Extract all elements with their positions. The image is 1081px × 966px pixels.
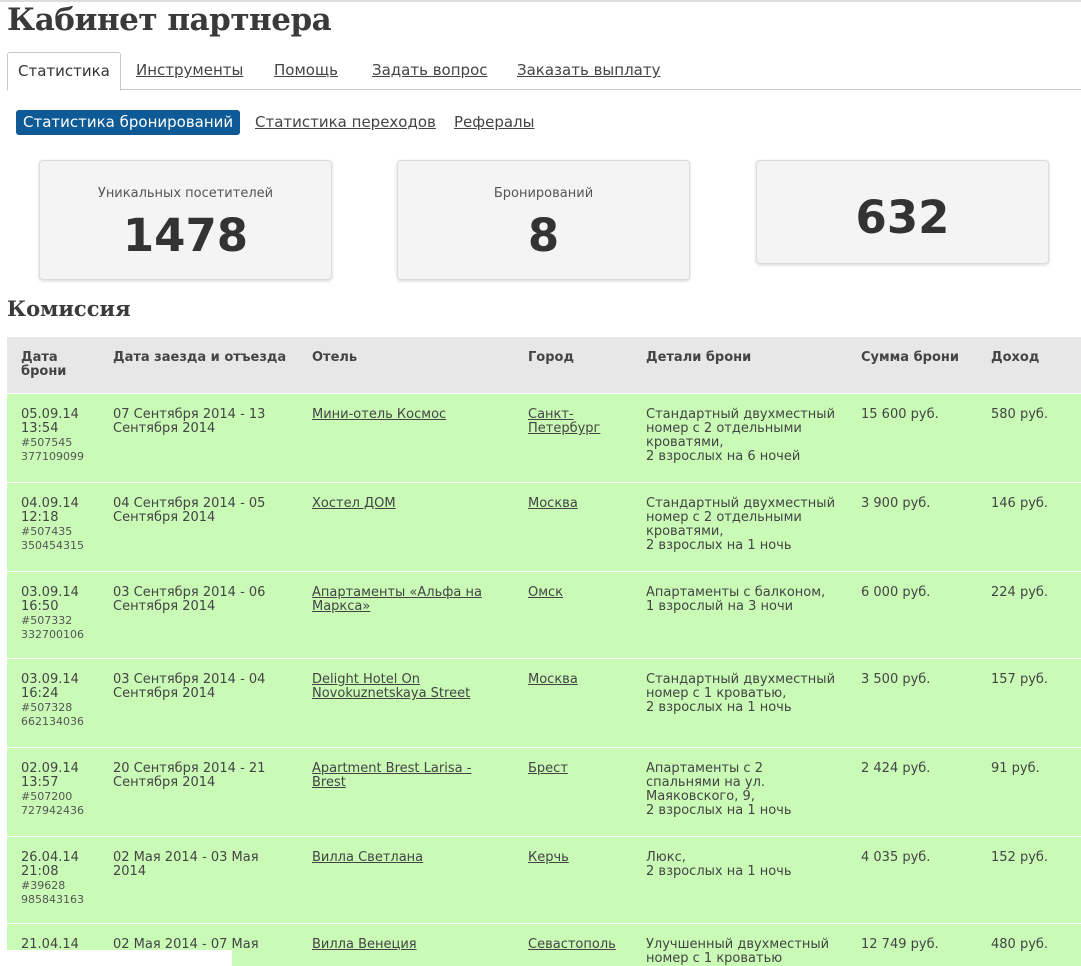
hotel-link[interactable]: Вилла Светлана [312, 850, 423, 865]
stat-label: Бронирований [493, 186, 594, 201]
city-link[interactable]: Москва [528, 496, 578, 511]
table-row: 02.09.14 13:57 #507200 727942436 20 Сентя… [7, 747, 1081, 837]
city-link[interactable]: Москва [528, 672, 578, 687]
section-title-commission: Комиссия [7, 296, 131, 321]
tab-tools[interactable]: Инструменты [136, 52, 243, 89]
commission-table-wrapper: Дата брони Дата заезда и отъезда Отель Г… [7, 337, 1081, 966]
stay-dates: 02 Мая 2014 - 03 Мая 2014 [99, 836, 298, 924]
col-header-income: Доход [977, 337, 1081, 394]
booking-sum: 3 900 руб. [847, 482, 977, 572]
booking-date: 03.09.14 16:50 [21, 585, 79, 614]
booking-details-room: Люкс, [646, 850, 686, 865]
booking-details-guests: 2 взрослых на 6 ночей [646, 449, 801, 464]
booking-date: 04.09.14 12:18 [21, 496, 79, 525]
booking-income: 146 руб. [977, 482, 1081, 572]
booking-sum: 12 749 руб. [847, 923, 977, 966]
hotel-link[interactable]: Мини-отель Космос [312, 407, 446, 422]
city-link[interactable]: Омск [528, 585, 563, 600]
booking-income: 91 руб. [977, 747, 1081, 837]
subtab-booking-stats[interactable]: Статистика бронирований [16, 110, 241, 135]
bottom-overlay [0, 950, 232, 966]
booking-details-room: Улучшенный двухместный номер с 1 кровать… [646, 937, 830, 966]
booking-income: 480 руб. [977, 923, 1081, 966]
tabs-divider [7, 89, 1081, 90]
table-row: 03.09.14 16:24 #507328 662134036 03 Сентя… [7, 658, 1081, 748]
city-link[interactable]: Брест [528, 761, 568, 776]
col-header-hotel: Отель [298, 337, 514, 394]
city-link[interactable]: Санкт-Петербург [528, 407, 600, 436]
booking-sum: 15 600 руб. [847, 393, 977, 483]
stay-dates: 03 Сентября 2014 - 06 Сентября 2014 [99, 571, 298, 659]
booking-income: 157 руб. [977, 658, 1081, 748]
booking-id: #507200 727942436 [21, 790, 84, 817]
col-header-city: Город [514, 337, 632, 394]
table-header-row: Дата брони Дата заезда и отъезда Отель Г… [7, 337, 1081, 394]
booking-details-room: Апартаменты с 2 спальнями на ул. Маяковс… [646, 761, 766, 804]
page-title: Кабинет партнера [7, 2, 332, 38]
hotel-link[interactable]: Delight Hotel On Novokuznetskaya Street [312, 672, 470, 701]
commission-table: Дата брони Дата заезда и отъезда Отель Г… [7, 337, 1081, 966]
city-link[interactable]: Керчь [528, 850, 569, 865]
booking-income: 152 руб. [977, 836, 1081, 924]
booking-details-guests: 1 взрослый на 3 ночи [646, 599, 794, 614]
booking-id: #507328 662134036 [21, 701, 84, 728]
stat-value: 1478 [122, 209, 249, 262]
booking-sum: 3 500 руб. [847, 658, 977, 748]
booking-date: 05.09.14 13:54 [21, 407, 79, 436]
subtab-referrals[interactable]: Рефералы [454, 110, 534, 135]
stay-dates: 07 Сентября 2014 - 13 Сентября 2014 [99, 393, 298, 483]
booking-details-room: Стандартный двухместный номер с 2 отдель… [646, 407, 836, 450]
booking-id: #39628 985843163 [21, 879, 84, 906]
booking-details-room: Апартаменты с балконом, [646, 585, 826, 600]
stay-dates: 04 Сентября 2014 - 05 Сентября 2014 [99, 482, 298, 572]
col-header-details: Детали брони [632, 337, 847, 394]
booking-sum: 4 035 руб. [847, 836, 977, 924]
hotel-link[interactable]: Апартаменты «Альфа на Маркса» [312, 585, 482, 614]
booking-id: #507435 350454315 [21, 525, 84, 552]
booking-income: 580 руб. [977, 393, 1081, 483]
booking-details-guests: 2 взрослых на 1 ночь [646, 700, 792, 715]
booking-details-room: Стандартный двухместный номер с 1 кроват… [646, 672, 836, 701]
tab-statistics[interactable]: Статистика [7, 52, 121, 91]
col-header-booking-date: Дата брони [7, 337, 99, 394]
booking-sum: 6 000 руб. [847, 571, 977, 659]
col-header-sum: Сумма брони [847, 337, 977, 394]
stay-dates: 20 Сентября 2014 - 21 Сентября 2014 [99, 747, 298, 837]
booking-details-guests: 2 взрослых на 1 ночь [646, 803, 792, 818]
stat-label: Уникальных посетителей [97, 186, 274, 201]
hotel-link[interactable]: Вилла Венеция [312, 937, 417, 952]
booking-sum: 2 424 руб. [847, 747, 977, 837]
booking-income: 224 руб. [977, 571, 1081, 659]
booking-id: #507545 377109099 [21, 436, 84, 463]
hotel-link[interactable]: Хостел ДОМ [312, 496, 396, 511]
booking-details-room: Стандартный двухместный номер с 2 отдель… [646, 496, 836, 539]
hotel-link[interactable]: Apartment Brest Larisa - Brest [312, 761, 471, 790]
booking-details-guests: 2 взрослых на 1 ночь [646, 864, 792, 879]
stat-card-commission: 632 [756, 160, 1049, 264]
table-row: 05.09.14 13:54 #507545 377109099 07 Сентя… [7, 393, 1081, 483]
booking-id: #507332 332700106 [21, 614, 84, 641]
tab-help[interactable]: Помощь [274, 52, 338, 89]
tab-ask-question[interactable]: Задать вопрос [372, 52, 488, 89]
booking-details-guests: 2 взрослых на 1 ночь [646, 538, 792, 553]
booking-date: 26.04.14 21:08 [21, 850, 79, 879]
booking-date: 03.09.14 16:24 [21, 672, 79, 701]
table-row: 26.04.14 21:08 #39628 985843163 02 Мая 20… [7, 836, 1081, 924]
stay-dates: 03 Сентября 2014 - 04 Сентября 2014 [99, 658, 298, 748]
col-header-stay-dates: Дата заезда и отъезда [99, 337, 298, 394]
stat-value: 8 [527, 209, 560, 262]
stat-card-bookings: Бронирований 8 [397, 160, 690, 280]
stat-value: 632 [855, 191, 950, 244]
booking-date: 02.09.14 13:57 [21, 761, 79, 790]
stat-card-visitors: Уникальных посетителей 1478 [39, 160, 332, 280]
main-tabs: Статистика Инструменты Помощь Задать воп… [7, 52, 1081, 91]
city-link[interactable]: Севастополь [528, 937, 616, 952]
table-row: 04.09.14 12:18 #507435 350454315 04 Сентя… [7, 482, 1081, 572]
tab-request-payout[interactable]: Заказать выплату [517, 52, 660, 89]
subtab-click-stats[interactable]: Статистика переходов [255, 110, 436, 135]
table-row: 03.09.14 16:50 #507332 332700106 03 Сентя… [7, 571, 1081, 659]
